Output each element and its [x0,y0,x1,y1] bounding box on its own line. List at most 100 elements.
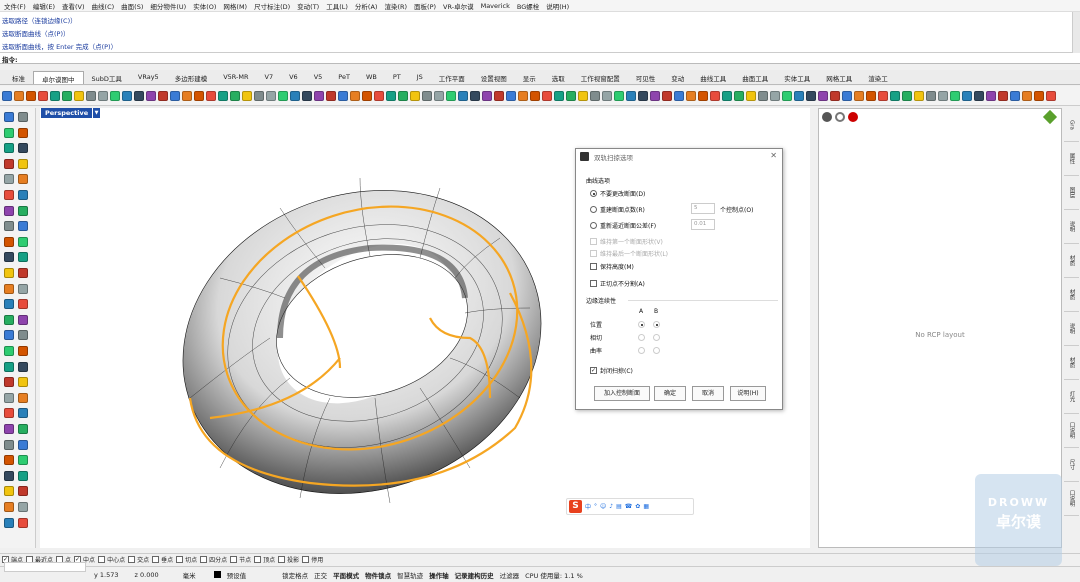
side-panel-tab[interactable]: 说明 [1064,210,1079,244]
no-entry-icon[interactable] [835,112,845,122]
left-tool-icon[interactable] [18,361,28,372]
toolbar-tool-icon[interactable] [614,90,624,101]
left-tool-icon[interactable] [4,502,14,512]
menu-item[interactable]: VR-卓尔谟 [443,1,474,11]
left-tool-icon[interactable] [4,314,14,325]
toolbar-tool-icon[interactable] [842,90,852,101]
toolbar-tool-icon[interactable] [206,90,216,101]
left-tool-icon[interactable] [18,392,28,403]
toolbar-tool-icon[interactable] [266,90,276,101]
toolbar-tool-icon[interactable] [674,90,684,101]
side-panel-tab[interactable]: 口说明 [1064,482,1079,516]
toolbar-tool-icon[interactable] [662,90,672,101]
toolbar-tool-icon[interactable] [374,90,384,101]
menu-item[interactable]: 工具(L) [326,1,348,11]
toolbar-tool-icon[interactable] [326,90,336,101]
radio-refit-tolerance[interactable] [590,222,597,229]
menu-item[interactable]: 说明(H) [546,1,569,11]
left-tool-icon[interactable] [18,455,28,466]
radio-rebuild-points[interactable] [590,206,597,213]
left-tool-icon[interactable] [18,205,28,216]
toolbar-tool-icon[interactable] [2,90,12,101]
radio-tangent-b[interactable] [653,334,660,341]
toolbar-tool-icon[interactable] [134,90,144,101]
left-tool-icon[interactable] [18,330,28,341]
toolbar-tool-icon[interactable] [506,90,516,101]
toolbar-tool-icon[interactable] [650,90,660,101]
toolbar-tool-icon[interactable] [86,90,96,101]
toolbar-tab[interactable]: V5R-MR [215,71,256,84]
viewport-menu-arrow[interactable]: ▼ [93,108,100,118]
osnap-checkbox[interactable] [128,556,136,563]
osnap-checkbox[interactable] [176,556,184,563]
radio-curvature-a[interactable] [638,347,645,354]
left-tool-icon[interactable] [4,455,14,466]
toolbar-tool-icon[interactable] [338,90,348,101]
toolbar-tool-icon[interactable] [626,90,636,101]
toolbar-tool-icon[interactable] [122,90,132,101]
toolbar-tool-icon[interactable] [182,90,192,101]
toolbar-tool-icon[interactable] [1034,90,1044,101]
toolbar-tool-icon[interactable] [38,90,48,101]
left-tool-icon[interactable] [18,190,28,200]
side-panel-tab[interactable]: 说明 [1064,312,1079,346]
toolbar-tab[interactable]: 选取 [544,71,573,84]
toolbar-tool-icon[interactable] [902,90,912,101]
toolbar-tool-icon[interactable] [758,90,768,101]
left-tool-icon[interactable] [18,346,28,356]
left-tool-icon[interactable] [4,190,14,200]
side-panel-tab[interactable]: 口说明 [1064,414,1079,448]
toolbar-tool-icon[interactable] [602,90,612,101]
left-tool-icon[interactable] [4,517,14,528]
ime-tool-icon[interactable]: ▤ [616,503,622,510]
status-layer[interactable]: 预设值 [227,570,247,580]
status-smarttrack[interactable]: 智慧轨迹 [397,570,423,580]
toolbar-tab[interactable]: 设置视图 [473,71,515,84]
osnap-checkbox[interactable] [254,556,262,563]
ime-tool-icon[interactable]: ▦ [643,503,649,510]
toolbar-tool-icon[interactable] [974,90,984,101]
status-ortho[interactable]: 正交 [314,570,327,580]
left-tool-icon[interactable] [4,377,14,388]
toolbar-tool-icon[interactable] [446,90,456,101]
side-panel-tab[interactable]: 灯光 [1064,380,1079,414]
left-tool-icon[interactable] [18,268,28,278]
toolbar-tab[interactable]: 网格工具 [818,71,860,84]
cancel-button[interactable]: 取消 [692,386,724,401]
toolbar-tab[interactable]: 多边形建模 [167,71,216,84]
toolbar-tool-icon[interactable] [590,90,600,101]
left-tool-icon[interactable] [4,330,14,341]
toolbar-tab[interactable]: 变动 [663,71,692,84]
toolbar-tool-icon[interactable] [794,90,804,101]
toolbar-tool-icon[interactable] [518,90,528,101]
check-keep-first-shape[interactable] [590,238,597,245]
toolbar-tab[interactable]: V6 [281,71,306,84]
radio-curvature-b[interactable] [653,347,660,354]
toolbar-tool-icon[interactable] [638,90,648,101]
toolbar-tool-icon[interactable] [170,90,180,101]
ime-tool-icon[interactable]: 中 [585,502,591,511]
toolbar-tool-icon[interactable] [698,90,708,101]
toolbar-tool-icon[interactable] [686,90,696,101]
toolbar-tool-icon[interactable] [242,90,252,101]
toolbar-tool-icon[interactable] [986,90,996,101]
left-tool-icon[interactable] [4,439,14,450]
toolbar-tool-icon[interactable] [494,90,504,101]
toolbar-tool-icon[interactable] [314,90,324,101]
menu-item[interactable]: 网格(M) [223,1,247,11]
toolbar-tool-icon[interactable] [26,90,36,101]
toolbar-tab[interactable]: SubD工具 [84,71,130,84]
toolbar-tab[interactable]: 工作视窗配置 [573,71,628,84]
left-tool-icon[interactable] [4,486,14,497]
toolbar-tool-icon[interactable] [830,90,840,101]
toolbar-tool-icon[interactable] [362,90,372,101]
toolbar-tool-icon[interactable] [1046,90,1056,101]
status-gumball[interactable]: 操作轴 [429,570,449,580]
check-no-split-tangent[interactable] [590,280,597,287]
menu-item[interactable]: 变动(T) [297,1,319,11]
osnap-option[interactable]: 四分点 [200,555,227,564]
toolbar-tool-icon[interactable] [1022,90,1032,101]
menu-item[interactable]: 渲染(R) [384,1,407,11]
toolbar-tool-icon[interactable] [290,90,300,101]
toolbar-tool-icon[interactable] [398,90,408,101]
